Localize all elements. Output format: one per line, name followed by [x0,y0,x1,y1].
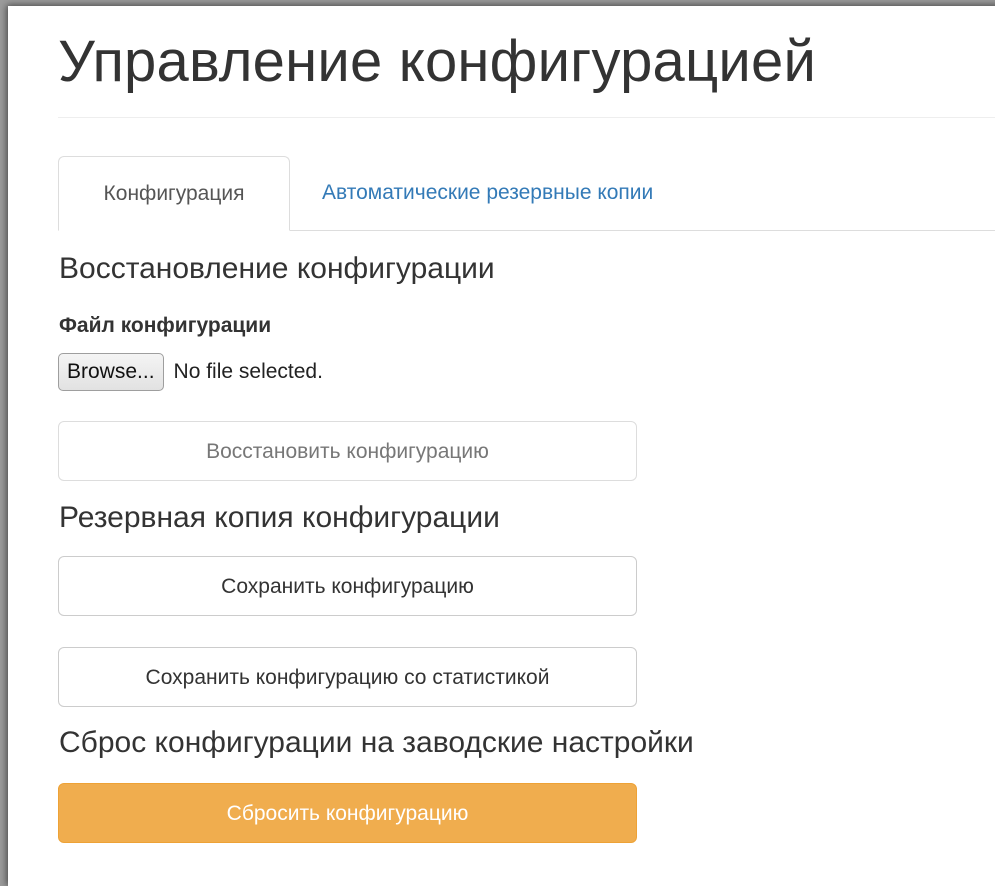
file-status-text: No file selected. [173,360,323,383]
reset-heading: Сброс конфигурации на заводские настройк… [59,726,694,759]
backup-heading: Резервная копия конфигурации [59,501,500,534]
restore-config-button[interactable]: Восстановить конфигурацию [58,421,637,481]
restore-heading: Восстановление конфигурации [59,252,495,285]
title-divider [58,117,995,118]
browse-button[interactable]: Browse... [58,353,164,391]
config-file-label: Файл конфигурации [59,314,272,337]
save-config-button[interactable]: Сохранить конфигурацию [58,556,637,616]
tab-configuration[interactable]: Конфигурация [58,156,290,231]
config-file-input: Browse... No file selected. [58,352,323,392]
reset-config-button[interactable]: Сбросить конфигурацию [58,783,637,843]
page-title: Управление конфигурацией [58,29,817,94]
tab-auto-backups[interactable]: Автоматические резервные копии [294,156,681,230]
tab-bar: Конфигурация Автоматические резервные ко… [58,156,995,231]
config-management-panel: Управление конфигурацией Конфигурация Ав… [8,6,995,886]
save-config-with-stats-button[interactable]: Сохранить конфигурацию со статистикой [58,647,637,707]
